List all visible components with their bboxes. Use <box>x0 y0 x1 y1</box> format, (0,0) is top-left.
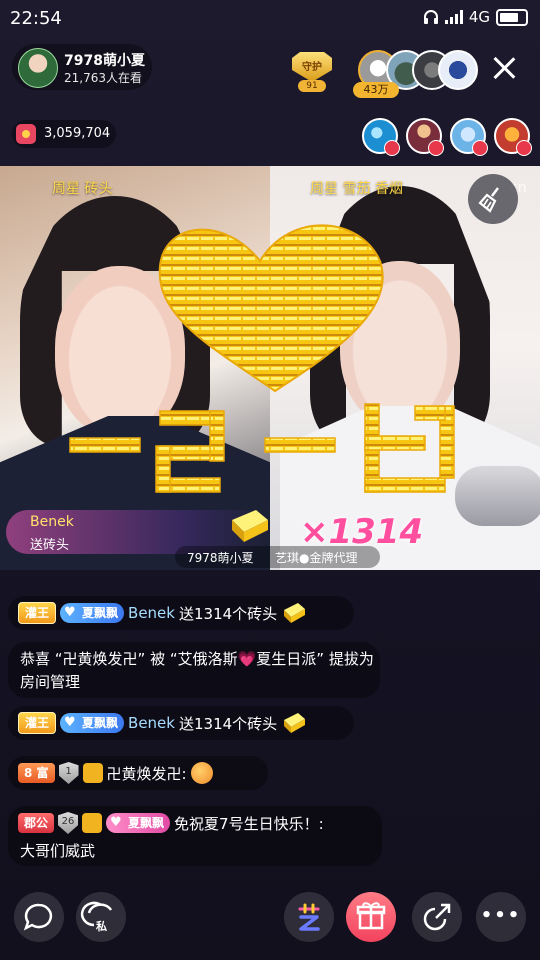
level-tag: 8 富 <box>18 763 55 783</box>
rank-badge-icon <box>428 140 444 156</box>
status-icons: 4G <box>423 8 528 26</box>
more-button[interactable]: ••• <box>476 892 526 942</box>
gift-sender: Benek <box>30 514 74 530</box>
brick-icon <box>284 713 306 733</box>
network-label: 4G <box>468 8 490 26</box>
headphone-icon <box>423 10 438 24</box>
private-label: 私 <box>96 920 107 933</box>
rank-badge-icon <box>472 140 488 156</box>
rank-avatar[interactable] <box>406 118 444 156</box>
chat-message[interactable]: 灌王 夏飘飘 Benek 送1314个砖头 <box>8 596 354 630</box>
guard-level-icon: 26 <box>58 812 79 834</box>
coin-icon <box>16 124 36 144</box>
rank-badge-icon <box>384 140 400 156</box>
left-star-label: 周星 砖头 <box>52 181 113 197</box>
rank-avatar[interactable] <box>494 118 532 156</box>
level-tag: 灌王 <box>18 602 57 624</box>
viewer-count: 21,763人在看 <box>64 71 142 85</box>
right-star-label: 周星 雪茄 香烟 <box>310 181 403 197</box>
guard-label: 守护 <box>302 62 322 73</box>
fan-badge: 夏飘飘 <box>60 713 125 733</box>
level-tag: 灌王 <box>18 712 57 734</box>
rank-avatar[interactable] <box>362 118 400 156</box>
system-text: 恭喜 “卍黄焕发卍” 被 “艾俄洛斯💗夏生日派” 提拔为房间管理 <box>20 650 374 691</box>
guard-level-icon: 1 <box>58 762 79 784</box>
rank-avatar[interactable] <box>450 118 488 156</box>
fan-count-badge: 43万 <box>353 82 399 98</box>
system-message: 恭喜 “卍黄焕发卍” 被 “艾俄洛斯💗夏生日派” 提拔为房间管理 <box>8 642 380 698</box>
guard-count: 91 <box>298 80 326 92</box>
caption-host: 7978萌小夏 <box>187 551 254 565</box>
chat-user[interactable]: 卍黄焕发卍: <box>107 763 187 784</box>
fan-badge: 夏飘飘 <box>60 603 125 623</box>
broom-icon <box>478 187 499 213</box>
signal-icon <box>444 10 463 24</box>
private-chat-icon <box>80 901 113 927</box>
chat-user[interactable]: Benek <box>128 714 175 732</box>
chat-text: 送1314个砖头 <box>178 714 278 733</box>
chat-button[interactable] <box>14 892 64 942</box>
gift-description: 送砖头 <box>30 538 70 553</box>
chat-message[interactable]: 郡公 26 夏飘飘 免祝夏7号生日快乐！: 大哥们威武 <box>8 806 382 866</box>
host-avatar[interactable] <box>18 48 58 88</box>
coin-total[interactable]: 3,059,704 <box>12 120 116 148</box>
chat-message[interactable]: 8 富 1 卍黄焕发卍: <box>8 756 268 790</box>
video-caption: 7978萌小夏 艺琪●金牌代理 <box>175 546 380 568</box>
host-info[interactable]: 7978萌小夏 21,763人在看 <box>12 44 152 90</box>
share-icon <box>423 903 451 931</box>
art-button[interactable] <box>284 892 334 942</box>
fan-badge: 夏飘飘 <box>106 813 171 833</box>
more-dots-icon: ••• <box>480 905 522 926</box>
chat-message[interactable]: 灌王 夏飘飘 Benek 送1314个砖头 <box>8 706 354 740</box>
clock: 22:54 <box>10 8 62 29</box>
battery-icon <box>496 8 528 26</box>
share-button[interactable] <box>412 892 462 942</box>
level-tag: 郡公 <box>18 813 55 833</box>
emoji-icon <box>190 762 213 784</box>
caption-agent: 艺琪●金牌代理 <box>275 551 358 565</box>
top-fan-avatar[interactable] <box>438 50 478 90</box>
brick-heart-animation <box>69 224 455 493</box>
gift-button[interactable] <box>346 892 396 942</box>
yi-logo-icon <box>298 903 320 931</box>
heart-shape <box>158 224 384 393</box>
chat-text-continued: 大哥们威武 <box>20 842 96 860</box>
user-icon <box>82 813 103 833</box>
speech-bubble-icon <box>23 903 53 931</box>
close-button[interactable] <box>488 52 520 84</box>
gift-box-icon <box>356 902 386 930</box>
user-icon <box>82 763 103 783</box>
chat-user[interactable]: Benek <box>128 604 175 622</box>
host-name: 7978萌小夏 <box>64 53 145 69</box>
rank-badge-icon <box>516 140 532 156</box>
brick-icon <box>284 603 306 623</box>
status-bar: 22:54 4G <box>0 0 540 36</box>
live-video[interactable]: 周星 砖头 周星 雪茄 香烟 cn Benek 送砖头 ×1314 7978萌小… <box>0 166 540 570</box>
chat-text: 免祝夏7号生日快乐！: <box>174 814 324 833</box>
chat-text: 送1314个砖头 <box>178 604 278 623</box>
private-message-button[interactable]: 私 <box>76 892 126 942</box>
guard-button[interactable]: 守护 91 <box>288 52 336 92</box>
brick-gift-icon <box>232 510 268 542</box>
coin-value: 3,059,704 <box>44 126 111 141</box>
